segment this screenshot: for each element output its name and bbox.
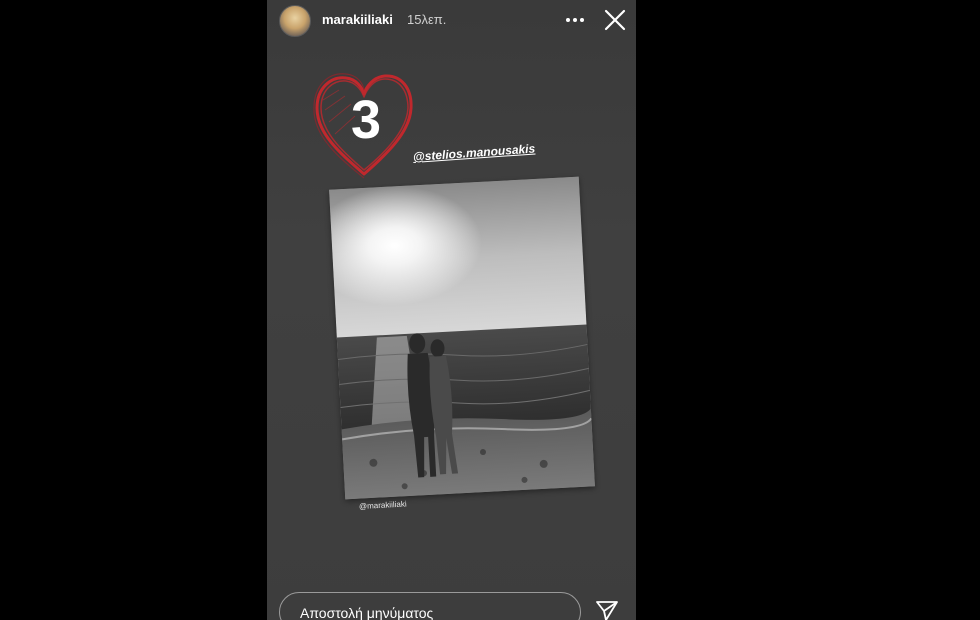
story-photo [329,176,595,500]
avatar[interactable] [279,5,311,37]
more-options-icon [566,18,584,22]
story-sticker-number: 3 [350,90,382,150]
send-icon [596,601,618,620]
message-input[interactable]: Αποστολή μηνύματος [279,592,581,620]
more-options-button[interactable] [562,8,588,32]
close-icon [604,9,626,31]
send-button[interactable] [595,600,619,620]
close-button[interactable] [603,8,627,32]
story-time: 15λεπ. [407,12,447,27]
story-viewer: marakiiliaki 15λεπ. 3 @stelios.manousaki… [267,0,636,620]
photo-caption: @marakiiliaki [358,499,407,511]
story-header: marakiiliaki 15λεπ. [267,0,636,40]
beach-photo-image [329,176,595,500]
mention-link[interactable]: @stelios.manousakis [413,141,536,164]
username[interactable]: marakiiliaki [322,12,393,27]
